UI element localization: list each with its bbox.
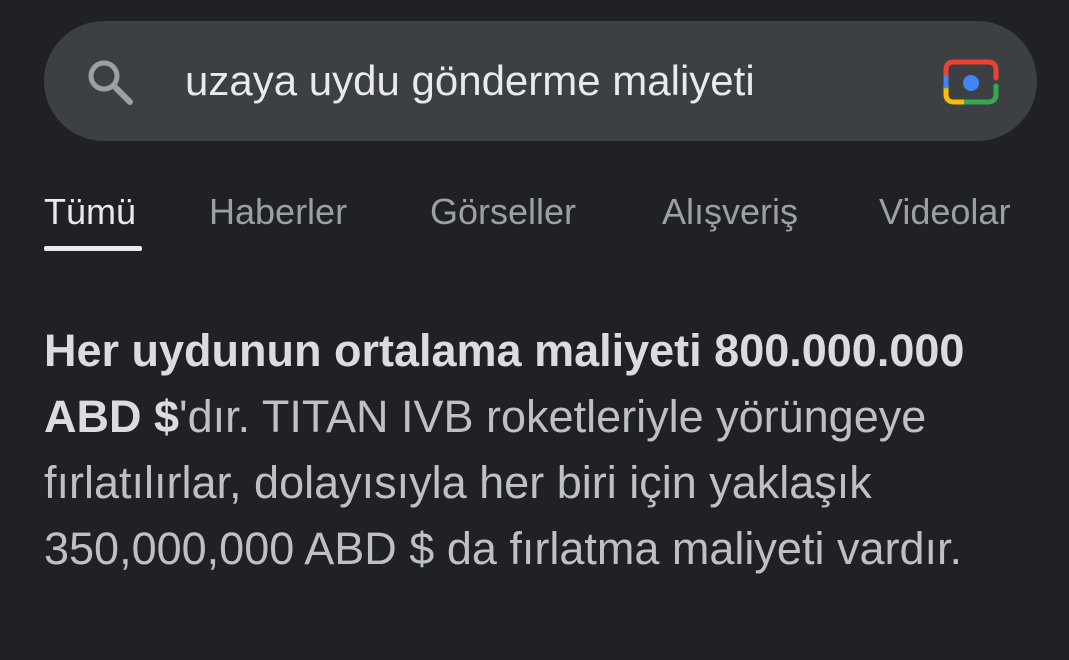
tab-shopping[interactable]: Alışveriş	[662, 190, 798, 234]
active-tab-indicator	[44, 246, 142, 251]
search-icon[interactable]	[84, 56, 136, 108]
tab-all[interactable]: Tümü	[44, 190, 136, 234]
tab-images[interactable]: Görseller	[430, 190, 576, 234]
search-tabs: Tümü Haberler Görseller Alışveriş Videol…	[0, 180, 1069, 255]
featured-snippet-text: 'dır. TITAN IVB roketleriyle yörüngeye f…	[44, 391, 962, 574]
tab-videos[interactable]: Videolar	[879, 190, 1010, 234]
featured-snippet: Her uydunun ortalama maliyeti 800.000.00…	[44, 318, 1044, 582]
tab-news[interactable]: Haberler	[209, 190, 347, 234]
google-lens-icon[interactable]	[942, 56, 1000, 108]
search-results-page: uzaya uydu gönderme maliyeti Tümü Haberl…	[0, 0, 1069, 660]
search-input[interactable]: uzaya uydu gönderme maliyeti	[185, 55, 755, 107]
